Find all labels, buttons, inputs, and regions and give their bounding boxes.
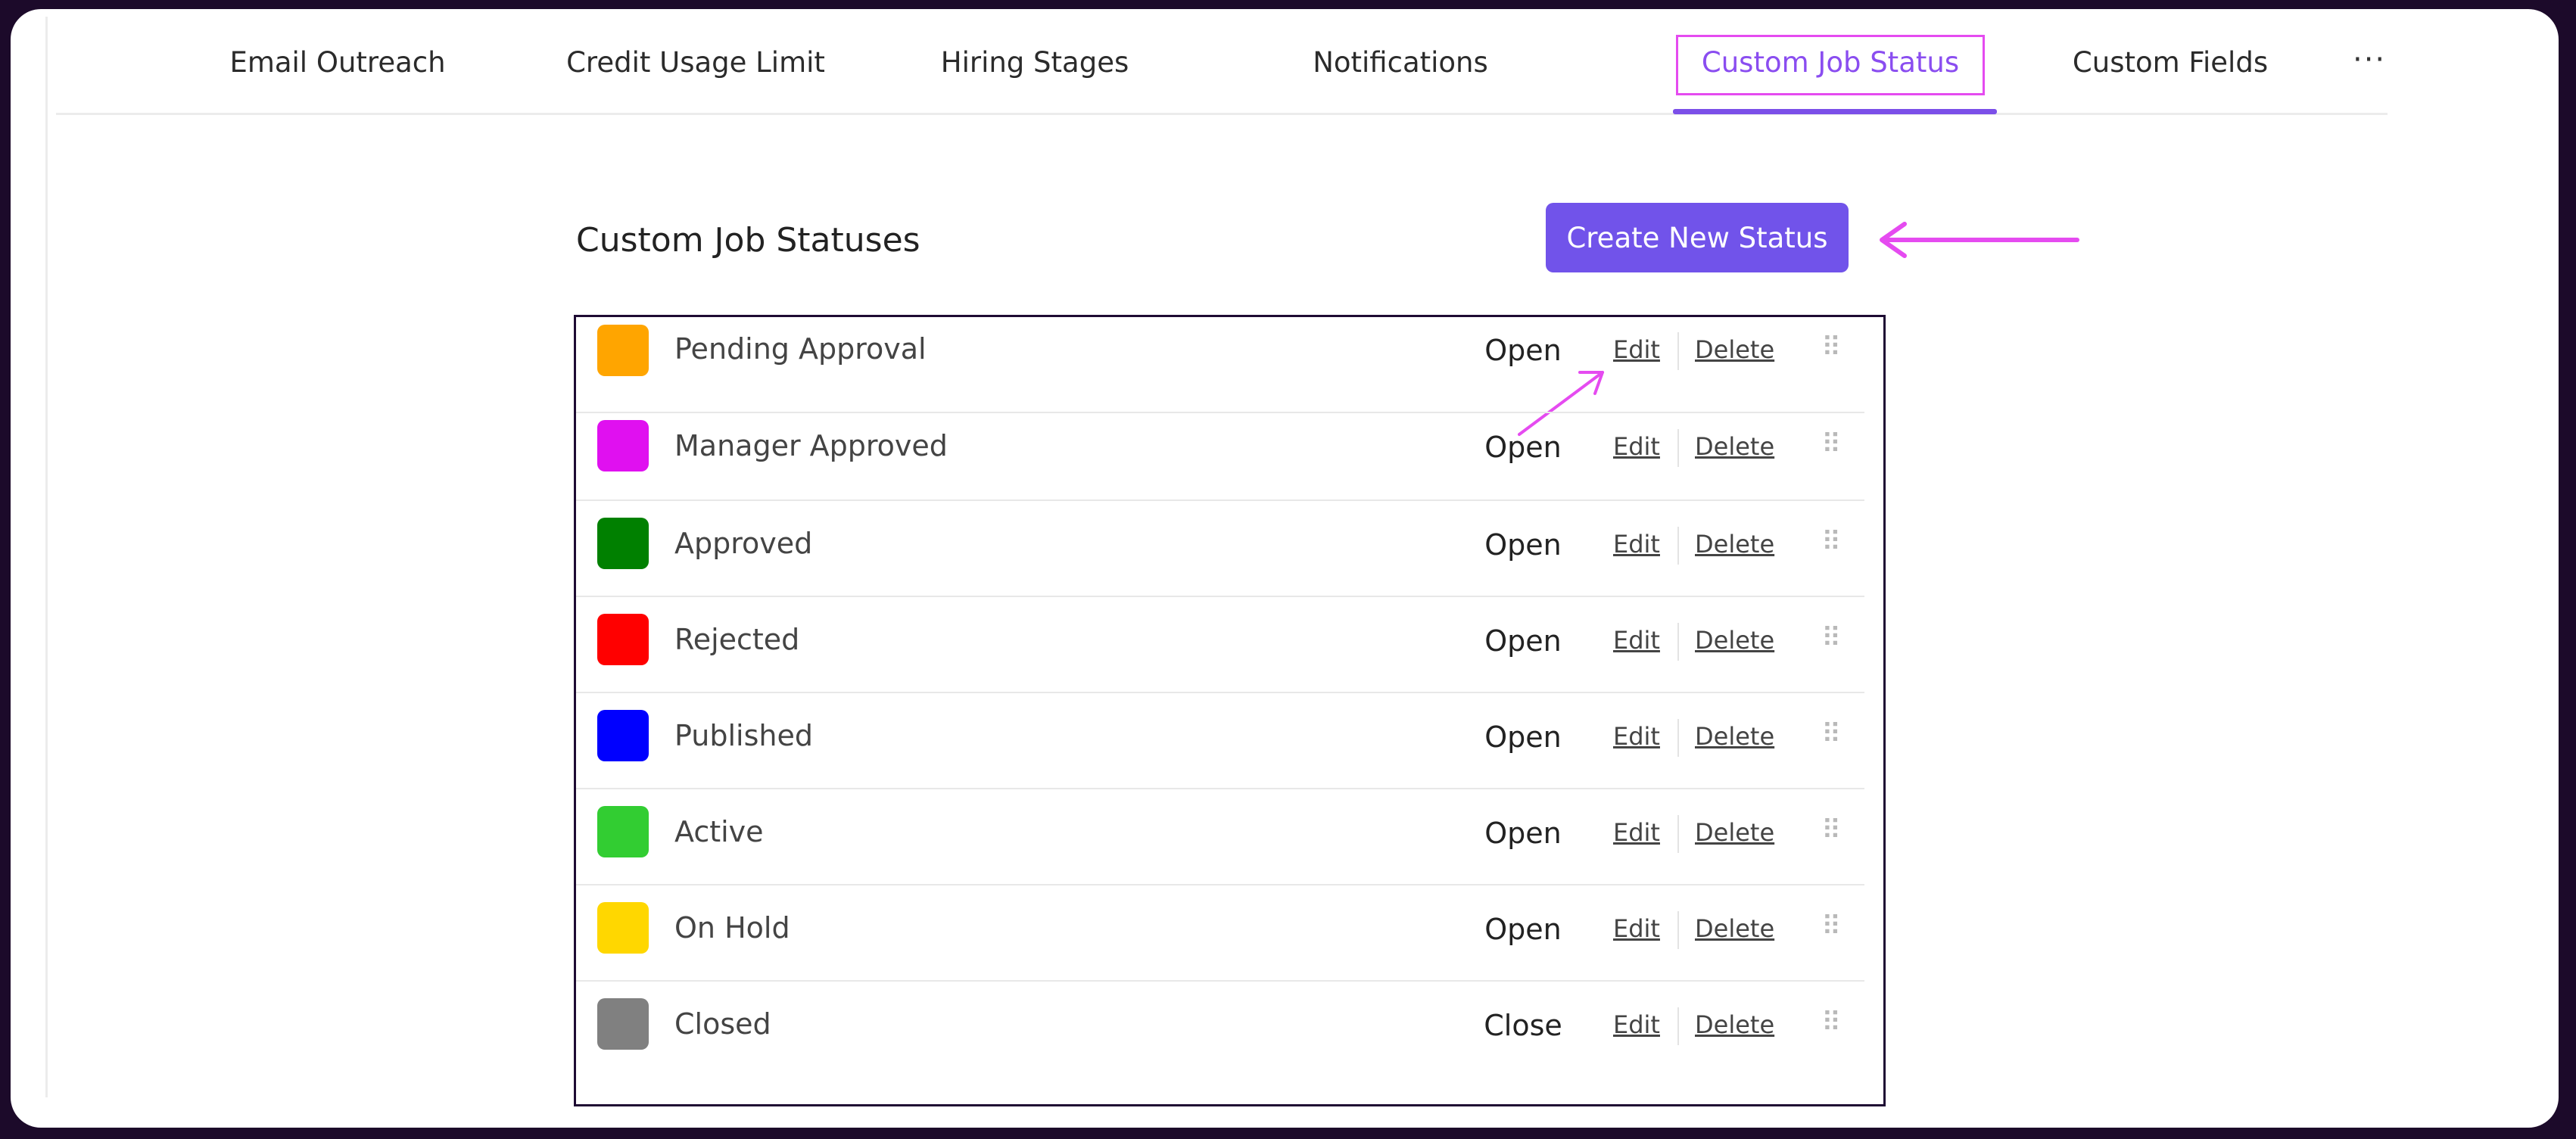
status-name: Rejected [674,623,800,656]
status-color-swatch [597,614,649,665]
status-state: Open [1484,913,1562,946]
status-name: Closed [674,1007,771,1041]
tab-notifications[interactable]: Notifications [1287,9,1514,115]
status-color-swatch [597,902,649,954]
status-name: Active [674,815,764,848]
status-state: Close [1484,1009,1562,1042]
status-name: Pending Approval [674,332,927,366]
status-name: Published [674,719,813,752]
delete-link[interactable]: Delete [1695,335,1774,364]
status-row: Manager Approved Open Edit Delete ⠿ [576,405,1864,501]
status-state: Open [1484,431,1562,464]
edit-link[interactable]: Edit [1613,914,1660,943]
delete-link[interactable]: Delete [1695,722,1774,751]
status-state: Open [1484,720,1562,754]
edit-link[interactable]: Edit [1613,626,1660,655]
status-row: Published Open Edit Delete ⠿ [576,693,1864,789]
drag-handle-icon[interactable]: ⠿ [1821,815,1841,846]
action-separator [1677,623,1679,661]
delete-link[interactable]: Delete [1695,818,1774,847]
edit-link[interactable]: Edit [1613,432,1660,461]
status-color-swatch [597,420,649,471]
status-color-swatch [597,806,649,857]
status-state: Open [1484,334,1562,367]
drag-handle-icon[interactable]: ⠿ [1821,527,1841,558]
action-separator [1677,429,1679,467]
status-row: Rejected Open Edit Delete ⠿ [576,597,1864,693]
status-color-swatch [597,325,649,376]
action-separator [1677,1007,1679,1045]
delete-link[interactable]: Delete [1695,1010,1774,1039]
status-name: On Hold [674,911,790,944]
status-name: Approved [674,527,813,560]
drag-handle-icon[interactable]: ⠿ [1821,429,1841,460]
drag-handle-icon[interactable]: ⠿ [1821,1007,1841,1038]
status-name: Manager Approved [674,429,948,462]
status-state: Open [1484,624,1562,658]
section-title: Custom Job Statuses [576,221,920,260]
edit-link[interactable]: Edit [1613,818,1660,847]
drag-handle-icon[interactable]: ⠿ [1821,623,1841,654]
settings-tabbar: Email Outreach Credit Usage Limit Hiring… [56,9,2388,115]
tab-hiring-stages[interactable]: Hiring Stages [917,9,1152,115]
status-row: On Hold Open Edit Delete ⠿ [576,885,1864,982]
tab-credit-usage-limit[interactable]: Credit Usage Limit [540,9,851,115]
status-row: Pending Approval Open Edit Delete ⠿ [576,317,1864,413]
tab-custom-job-status[interactable]: Custom Job Status [1676,9,1985,115]
status-list: Pending Approval Open Edit Delete ⠿ Mana… [574,315,1886,1106]
delete-link[interactable]: Delete [1695,626,1774,655]
drag-handle-icon[interactable]: ⠿ [1821,911,1841,942]
arrow-left-icon [1880,222,2079,258]
tab-email-outreach[interactable]: Email Outreach [209,9,466,115]
drag-handle-icon[interactable]: ⠿ [1821,332,1841,363]
status-row: Active Open Edit Delete ⠿ [576,789,1864,885]
status-row: Approved Open Edit Delete ⠿ [576,501,1864,597]
app-window: Email Outreach Credit Usage Limit Hiring… [11,9,2559,1128]
drag-handle-icon[interactable]: ⠿ [1821,719,1841,750]
edit-link[interactable]: Edit [1613,530,1660,559]
action-separator [1677,815,1679,853]
action-separator [1677,911,1679,949]
more-tabs-icon[interactable]: ··· [2353,42,2386,77]
status-color-swatch [597,998,649,1050]
edit-link[interactable]: Edit [1613,1010,1660,1039]
status-state: Open [1484,528,1562,562]
status-color-swatch [597,518,649,569]
delete-link[interactable]: Delete [1695,530,1774,559]
edit-link[interactable]: Edit [1613,335,1660,364]
create-new-status-button[interactable]: Create New Status [1546,203,1849,272]
action-separator [1677,527,1679,565]
tab-custom-fields[interactable]: Custom Fields [2045,9,2295,115]
action-separator [1677,719,1679,757]
edit-link[interactable]: Edit [1613,722,1660,751]
delete-link[interactable]: Delete [1695,914,1774,943]
action-separator [1677,332,1679,370]
status-state: Open [1484,817,1562,850]
delete-link[interactable]: Delete [1695,432,1774,461]
left-divider [45,17,48,1097]
status-row: Closed Close Edit Delete ⠿ [576,982,1864,1078]
status-color-swatch [597,710,649,761]
active-tab-underline [1673,109,1997,114]
